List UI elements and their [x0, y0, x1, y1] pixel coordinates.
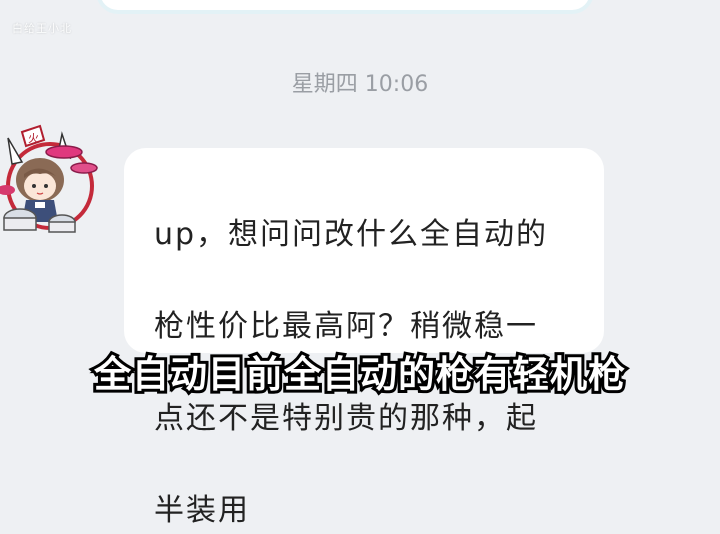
drummer-girl-avatar-icon: 火	[0, 124, 98, 233]
video-subtitle: 全自动目前全自动的枪有轻机枪	[91, 350, 628, 399]
message-bubble[interactable]: up，想问问改什么全自动的 枪性价比最高阿？稍微稳一 点还不是特别贵的那种，起 …	[124, 148, 604, 528]
message-line: 半装用	[154, 493, 250, 528]
watermark: 白给王小北	[12, 22, 72, 35]
message-line: 点还不是特别贵的那种，起	[154, 401, 538, 436]
message-line: up，想问问改什么全自动的	[154, 217, 549, 252]
previous-message-bubble[interactable]	[100, 0, 590, 10]
sender-avatar[interactable]: 火	[0, 118, 100, 244]
message-timestamp: 星期四 10:06	[291, 72, 429, 97]
svg-text:火: 火	[28, 132, 39, 145]
message-line: 枪性价比最高阿？稍微稳一	[154, 309, 538, 344]
